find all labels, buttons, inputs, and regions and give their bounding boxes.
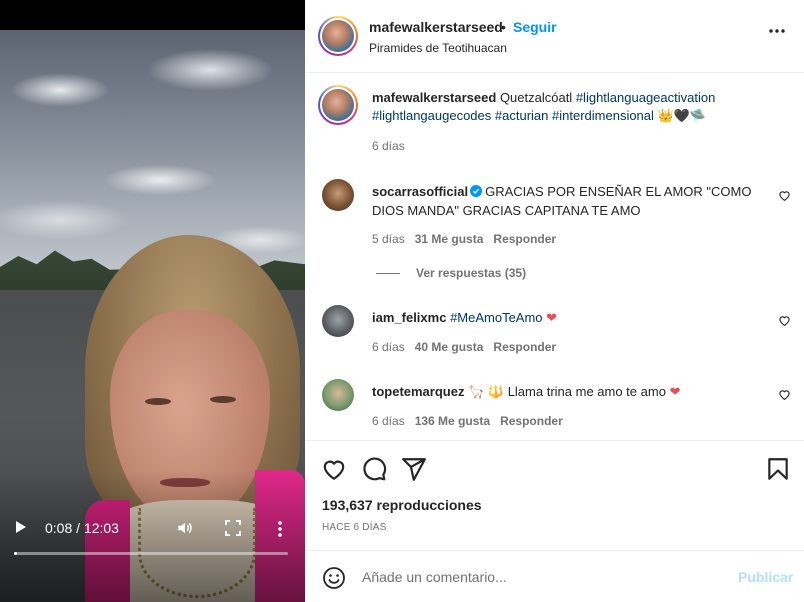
video-controls: 0:08 / 12:03	[0, 512, 305, 544]
avatar[interactable]	[322, 179, 354, 211]
comment-username[interactable]: iam_felixmc	[372, 310, 446, 325]
comment-composer: Publicar	[305, 550, 804, 602]
comment-item: socarrasofficial GRACIAS POR ENSEÑAR EL A…	[305, 179, 804, 249]
comment-body: 🦙 🔱 Llama trina me amo te amo	[468, 384, 666, 399]
fullscreen-icon[interactable]	[225, 520, 241, 536]
share-icon[interactable]	[401, 456, 427, 482]
avatar[interactable]	[322, 305, 354, 337]
post-header: mafewalkerstarseed • Seguir Piramides de…	[305, 0, 804, 73]
video-person-eye	[145, 398, 171, 405]
post-actions: 193,637 reproducciones HACE 6 DÍAS	[305, 442, 804, 550]
comment-timestamp[interactable]: 6 días	[372, 414, 405, 428]
emoji-icon[interactable]	[322, 566, 346, 590]
comment-meta: 6 días 136 Me gusta Responder	[372, 414, 563, 428]
comment-likes[interactable]: 31 Me gusta	[415, 232, 484, 246]
caption-timestamp[interactable]: 6 días	[372, 139, 405, 153]
comment-likes[interactable]: 40 Me gusta	[415, 340, 484, 354]
more-vertical-icon[interactable]	[277, 520, 283, 538]
view-replies-label[interactable]: Ver respuestas (35)	[416, 266, 526, 280]
follow-button[interactable]: Seguir	[513, 19, 557, 35]
comment-text: topetemarquez 🦙 🔱 Llama trina me amo te …	[372, 382, 757, 401]
hashtag-link[interactable]: #MeAmoTeAmo	[450, 310, 542, 325]
divider	[376, 273, 400, 275]
comment-text: iam_felixmc #MeAmoTeAmo ❤	[372, 308, 757, 327]
comment-icon[interactable]	[361, 456, 387, 482]
post-panel: mafewalkerstarseed • Seguir Piramides de…	[305, 0, 804, 602]
video-player[interactable]: 0:08 / 12:03	[0, 0, 305, 602]
caption-body: Quetzalcóatl	[499, 90, 573, 105]
play-icon[interactable]	[16, 521, 26, 533]
reply-button[interactable]: Responder	[500, 414, 563, 428]
comment-timestamp[interactable]: 5 días	[372, 232, 405, 246]
video-progress-bar[interactable]	[14, 552, 288, 555]
hashtag-link[interactable]: #lightlangaugecodes	[372, 108, 491, 123]
view-count: 193,637 reproducciones	[322, 497, 482, 513]
reply-button[interactable]: Responder	[493, 232, 556, 246]
publish-button[interactable]: Publicar	[738, 569, 793, 585]
caption-username[interactable]: mafewalkerstarseed	[372, 90, 496, 105]
comment-item: topetemarquez 🦙 🔱 Llama trina me amo te …	[305, 379, 804, 440]
comment-input[interactable]	[362, 565, 722, 589]
hashtag-link[interactable]: #lightlanguageactivation	[576, 90, 716, 105]
avatar[interactable]	[318, 16, 358, 56]
video-person-eye	[210, 396, 236, 403]
heart-emoji: ❤	[546, 310, 558, 325]
comment-likes[interactable]: 136 Me gusta	[415, 414, 490, 428]
verified-icon	[470, 185, 483, 197]
video-progress-fill	[14, 552, 17, 555]
view-replies-button[interactable]: Ver respuestas (35)	[376, 266, 526, 280]
heart-icon[interactable]	[778, 314, 791, 327]
comment-username[interactable]: topetemarquez	[372, 384, 464, 399]
comments-list[interactable]: mafewalkerstarseed Quetzalcóatl #lightla…	[305, 73, 804, 441]
header-username[interactable]: mafewalkerstarseed	[369, 19, 503, 35]
caption-emoji: 👑🖤🛸	[657, 108, 707, 123]
bookmark-icon[interactable]	[765, 456, 791, 482]
hashtag-link[interactable]: #acturian	[495, 108, 548, 123]
video-time: 0:08 / 12:03	[45, 520, 119, 536]
comment-meta: 6 días 40 Me gusta Responder	[372, 340, 556, 354]
comment-timestamp[interactable]: 6 días	[372, 340, 405, 354]
comment-username[interactable]: socarrasofficial	[372, 184, 468, 199]
comment-item: iam_felixmc #MeAmoTeAmo ❤ 6 días 40 Me gu…	[305, 305, 804, 375]
heart-emoji: ❤	[669, 384, 681, 399]
hashtag-link[interactable]: #interdimensional	[552, 108, 654, 123]
avatar[interactable]	[322, 379, 354, 411]
heart-icon[interactable]	[778, 189, 791, 202]
post-date[interactable]: HACE 6 DÍAS	[322, 522, 386, 533]
header-separator: •	[501, 19, 506, 35]
reply-button[interactable]: Responder	[493, 340, 556, 354]
heart-icon[interactable]	[321, 456, 347, 482]
caption-text: mafewalkerstarseed Quetzalcóatl #lightla…	[372, 89, 782, 125]
heart-icon[interactable]	[778, 388, 791, 401]
more-horizontal-icon[interactable]	[768, 28, 786, 34]
avatar[interactable]	[318, 85, 358, 125]
location-link[interactable]: Piramides de Teotihuacan	[369, 41, 507, 55]
comment-text: socarrasofficial GRACIAS POR ENSEÑAR EL A…	[372, 182, 757, 220]
comment-meta: 5 días 31 Me gusta Responder	[372, 232, 556, 246]
volume-icon[interactable]	[176, 519, 194, 537]
